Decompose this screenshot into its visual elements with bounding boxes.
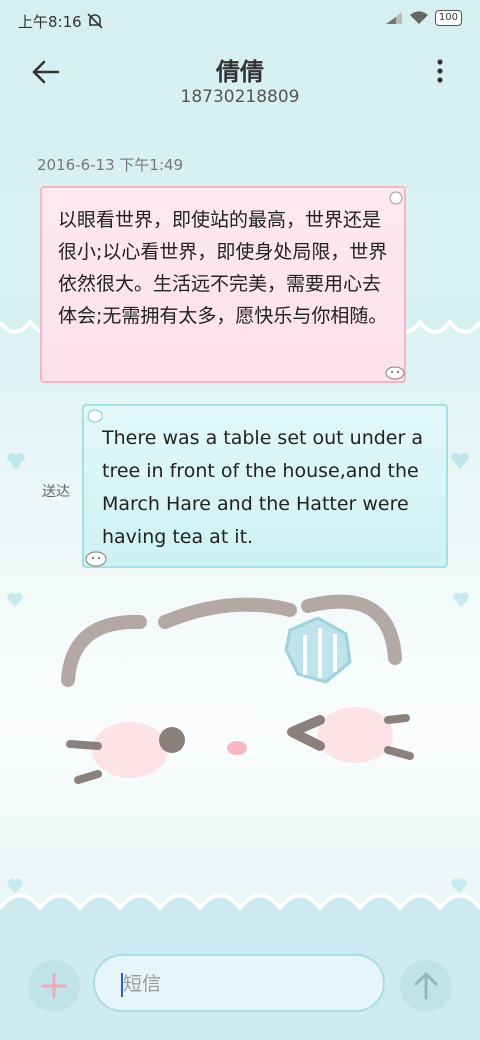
message-composer xyxy=(0,932,480,1040)
cat-sticker-icon xyxy=(85,551,107,567)
outgoing-message-text: There was a table set out under a tree i… xyxy=(102,427,423,548)
incoming-message-text: 以眼看世界，即使站的最高，世界还是很小;以心看世界，即使身处局限，世界依然很大。… xyxy=(58,209,388,327)
wifi-icon xyxy=(409,11,428,24)
plus-icon xyxy=(41,973,67,999)
status-icons: 100 xyxy=(385,10,462,26)
sms-input-container xyxy=(93,954,385,1012)
cat-sticker-icon xyxy=(385,366,405,380)
send-button[interactable] xyxy=(400,960,452,1012)
bottom-lace-decoration xyxy=(0,893,480,940)
heart-decoration-icon xyxy=(7,452,25,469)
contact-phone-number: 18730218809 xyxy=(180,87,300,107)
text-caret xyxy=(121,973,123,997)
heart-decoration-icon xyxy=(451,452,469,469)
arrow-up-icon xyxy=(414,972,438,1000)
heart-decoration-icon xyxy=(453,592,469,608)
conversation-header: 倩倩 18730218809 xyxy=(0,42,480,122)
add-attachment-button[interactable] xyxy=(28,960,80,1012)
cat-face-illustration xyxy=(61,594,414,784)
battery-indicator: 100 xyxy=(434,10,462,26)
heart-decoration-icon xyxy=(7,592,23,608)
message-timestamp: 2016-6-13 下午1:49 xyxy=(37,156,184,174)
outgoing-message-bubble[interactable]: There was a table set out under a tree i… xyxy=(82,404,448,568)
status-bar: 上午8:16 100 xyxy=(0,0,480,42)
contact-name: 倩倩 xyxy=(216,58,264,86)
bubble-corner-decoration-icon xyxy=(389,191,403,205)
delivery-status: 送达 xyxy=(42,484,70,500)
mute-alarm-icon xyxy=(87,13,103,29)
sms-input[interactable] xyxy=(121,970,365,998)
incoming-message-bubble[interactable]: 以眼看世界，即使站的最高，世界还是很小;以心看世界，即使身处局限，世界依然很大。… xyxy=(40,186,406,383)
bow-decoration-icon xyxy=(87,409,103,423)
status-time: 上午8:16 xyxy=(18,13,82,31)
more-options-icon[interactable] xyxy=(430,56,450,86)
signal-icon xyxy=(385,12,402,24)
